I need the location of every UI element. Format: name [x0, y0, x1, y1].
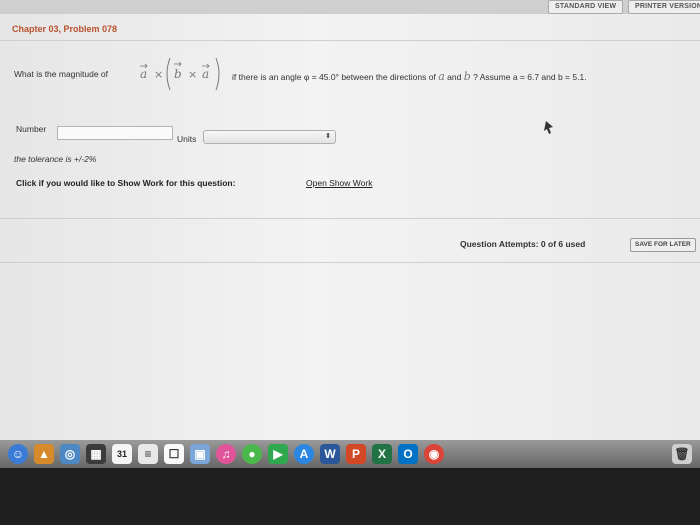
mouse-cursor-icon	[544, 121, 553, 134]
units-select[interactable]: ⬍	[203, 130, 336, 144]
excel-icon[interactable]: X	[372, 444, 392, 464]
select-arrows-icon: ⬍	[325, 133, 331, 140]
desktop-bezel	[0, 468, 700, 525]
vector-a-symbol: a	[438, 70, 445, 83]
standard-view-button[interactable]: STANDARD VIEW	[548, 0, 624, 14]
show-work-prompt: Click if you would like to Show Work for…	[16, 178, 236, 188]
cross-product-expression: a × b × a	[140, 57, 220, 91]
question-lead: What is the magnitude of	[14, 69, 109, 79]
dock-shelf: ☺ ▲ ◎ ▦ 31 ≡ ☐ ▣ ♫ ● ▶ A W P X O ◉ 🗑	[0, 440, 700, 468]
preview-icon[interactable]: ▣	[190, 444, 210, 464]
units-label: Units	[177, 134, 197, 144]
save-for-later-button[interactable]: SAVE FOR LATER	[630, 238, 696, 252]
page-title: Chapter 03, Problem 078	[12, 24, 118, 34]
cross-symbol: ×	[188, 68, 197, 81]
divider	[0, 262, 700, 263]
cross-symbol: ×	[154, 68, 163, 81]
tolerance-note: the tolerance is +/-2%	[14, 154, 97, 164]
number-label: Number	[16, 124, 47, 134]
dock: ☺ ▲ ◎ ▦ 31 ≡ ☐ ▣ ♫ ● ▶ A W P X O ◉ 🗑	[0, 440, 700, 525]
word-icon[interactable]: W	[320, 444, 340, 464]
messages-icon[interactable]: ●	[242, 444, 262, 464]
powerpoint-icon[interactable]: P	[346, 444, 366, 464]
attempts-status: Question Attempts: 0 of 6 used	[460, 239, 586, 249]
question-text: What is the magnitude of a × b × a if th…	[14, 56, 694, 96]
divider	[0, 40, 700, 41]
launchpad-icon[interactable]: ▲	[34, 444, 54, 464]
calendar-icon[interactable]: 31	[112, 444, 132, 464]
app-store-icon[interactable]: A	[294, 444, 314, 464]
open-show-work-link[interactable]: Open Show Work	[306, 178, 372, 188]
vector-a-symbol: a	[140, 67, 147, 81]
photos-icon[interactable]: ▦	[86, 444, 106, 464]
vector-b-symbol: b	[463, 70, 471, 83]
safari-icon[interactable]: ◎	[60, 444, 80, 464]
number-input[interactable]	[57, 126, 173, 140]
printer-version-button[interactable]: PRINTER VERSION	[628, 0, 700, 14]
vector-a-symbol: a	[202, 67, 209, 81]
finder-icon[interactable]: ☺	[8, 444, 28, 464]
divider	[0, 218, 700, 219]
vector-b-symbol: b	[174, 67, 182, 81]
itunes-icon[interactable]: ♫	[216, 444, 236, 464]
chrome-icon[interactable]: ◉	[424, 444, 444, 464]
browser-viewport: STANDARD VIEW PRINTER VERSION Chapter 03…	[0, 0, 700, 440]
question-condition: if there is an angle φ = 45.0° between t…	[232, 70, 587, 83]
trash-icon[interactable]: 🗑	[672, 444, 692, 464]
outlook-icon[interactable]: O	[398, 444, 418, 464]
facetime-icon[interactable]: ▶	[268, 444, 288, 464]
reminders-icon[interactable]: ☐	[164, 444, 184, 464]
notes-icon[interactable]: ≡	[138, 444, 158, 464]
